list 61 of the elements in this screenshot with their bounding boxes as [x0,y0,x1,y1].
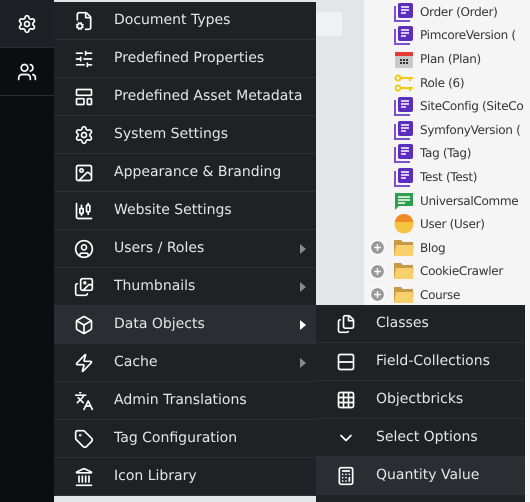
folder-icon [393,238,415,257]
menu-item[interactable]: Admin Translations [54,382,316,420]
menu-item[interactable]: Field-Collections [316,343,525,381]
settings-icon [74,124,94,144]
tree-item-label[interactable]: Test (Test) [420,168,478,186]
tree-item-label[interactable]: PimcoreVersion ( [420,26,516,44]
menu-item[interactable]: Users / Roles [54,230,316,268]
menu-item[interactable]: Appearance & Branding [54,154,316,192]
settings-icon [17,14,37,34]
class-icon [394,25,414,46]
tree-item-label[interactable]: Course [420,286,460,304]
class-icon [394,96,414,116]
menu-item[interactable]: Classes [316,305,525,343]
menu-item[interactable]: System Settings [54,116,316,154]
expand-icon[interactable] [368,286,386,304]
cube-icon [74,314,94,334]
class-icon [394,120,414,140]
menu-item[interactable]: Data Objects [54,306,316,344]
class-icon [394,143,414,164]
tree-item-label[interactable]: Role (6) [420,74,464,92]
library-building-icon [74,466,94,486]
class-icon [394,166,414,187]
keys-icon [394,72,414,93]
tree-item-label[interactable]: Plan (Plan) [420,50,481,68]
menu-item[interactable]: Icon Library [54,458,316,496]
menu-item[interactable]: Cache [54,344,316,382]
tree-item-label[interactable]: User (User) [420,215,485,234]
images-icon [74,276,94,296]
candlestick-chart-icon [74,200,94,220]
menu-item[interactable]: Document Types [54,2,316,40]
stacked-rows-icon [336,352,356,372]
expand-icon[interactable] [368,262,386,280]
user-circle-icon [74,238,94,258]
expand-icon[interactable] [368,239,386,256]
translate-icon [74,390,94,410]
framed-image-icon [74,162,94,182]
stacked-documents-icon [336,314,356,334]
tag-icon [74,428,94,448]
menu-item[interactable]: Quantity Value [316,457,525,495]
menu-item[interactable]: Predefined Properties [54,40,316,78]
folder-icon [393,262,415,280]
lightning-icon [74,352,94,372]
tree-item-label[interactable]: Order (Order) [420,2,498,21]
tree-item-label[interactable]: UniversalComme [420,192,518,210]
tree-item-label[interactable]: CookieCrawler [420,262,503,280]
menu-item[interactable]: Tag Configuration [54,420,316,458]
comment-icon [394,190,414,211]
tree-item-label[interactable]: SymfonyVersion ( [420,120,521,139]
toolbar-strip [316,12,342,36]
tree-item-label[interactable]: SiteConfig (SiteCo [420,97,524,116]
calculator-icon [336,466,356,486]
folder-icon [393,286,415,304]
menu-item[interactable]: Website Settings [54,192,316,230]
settings-button[interactable] [0,0,54,48]
menu-item[interactable]: Predefined Asset Metadata [54,78,316,116]
layout-icon [74,86,94,106]
menu-item[interactable]: Objectbricks [316,381,525,419]
users-icon [17,62,37,82]
tree-item-label[interactable]: Tag (Tag) [420,144,472,162]
tree-item-label[interactable]: Blog [420,238,446,257]
sliders-icon [74,48,94,68]
